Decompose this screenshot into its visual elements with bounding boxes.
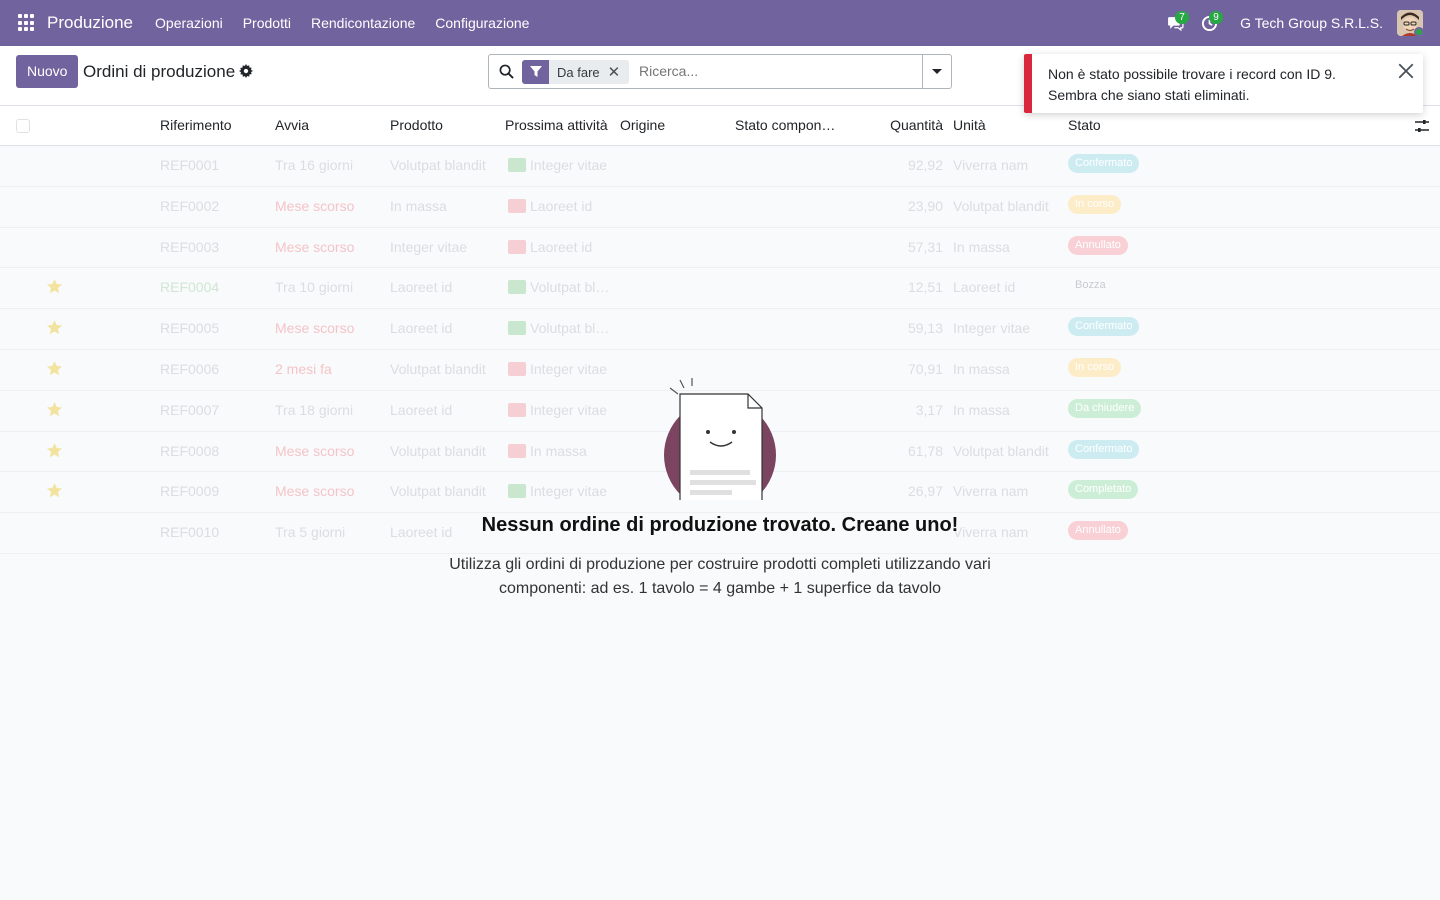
online-status-dot — [1414, 27, 1423, 36]
cell-start-date: Mese scorso — [275, 238, 355, 255]
optional-columns-icon[interactable] — [1414, 118, 1430, 134]
cell-activity: Volutpat bl… — [530, 279, 610, 296]
activity-icon[interactable] — [508, 280, 526, 295]
close-icon[interactable] — [1397, 62, 1415, 80]
company-switcher[interactable]: G Tech Group S.R.L.S. — [1240, 15, 1383, 31]
top-navbar: Produzione Operazioni Prodotti Rendicont… — [0, 0, 1440, 46]
cell-quantity: 12,51 — [907, 279, 943, 296]
cell-activity: Volutpat bl… — [530, 320, 610, 337]
cell-activity: Laoreet id — [530, 197, 593, 214]
search-input[interactable] — [639, 63, 909, 79]
status-badge: Confermato — [1068, 317, 1140, 337]
cell-unit: Volutpat blandit — [953, 197, 1049, 214]
priority-star-icon[interactable] — [46, 278, 63, 295]
search-options-toggle[interactable] — [922, 55, 951, 88]
cell-product: In massa — [390, 197, 447, 214]
activities-count-badge: 9 — [1209, 11, 1224, 24]
select-all-checkbox[interactable] — [16, 119, 30, 133]
messages-count-badge: 7 — [1175, 11, 1190, 24]
menu-item-prodotti[interactable]: Prodotti — [233, 15, 301, 31]
cell-quantity: 23,90 — [907, 197, 943, 214]
cell-unit: Viverra nam — [953, 157, 1029, 173]
status-badge: Bozza — [1075, 279, 1106, 292]
cell-product: Laoreet id — [390, 320, 453, 337]
cell-product: Volutpat blandit — [390, 157, 486, 173]
activity-icon[interactable] — [508, 198, 526, 213]
cell-unit: Laoreet id — [953, 279, 1016, 296]
column-stato-componenti[interactable]: Stato compon… — [735, 117, 835, 133]
cell-unit: In massa — [953, 238, 1010, 255]
cell-product: Laoreet id — [390, 279, 453, 296]
table-row[interactable]: REF0005 Mese scorso Laoreet id Volutpat bl…… — [0, 309, 1440, 350]
facet-label: Da fare — [557, 64, 600, 80]
search-bar[interactable]: Da fare ✕ — [488, 54, 952, 89]
status-badge: Annullato — [1068, 235, 1128, 255]
filter-icon — [522, 60, 549, 84]
helper-title: Nessun ordine di produzione trovato. Cre… — [481, 514, 959, 536]
column-prossima-attivita[interactable]: Prossima attività — [505, 117, 608, 133]
column-riferimento[interactable]: Riferimento — [160, 117, 232, 133]
cell-start-date: Tra 10 giorni — [275, 279, 354, 296]
cell-start-date: Mese scorso — [275, 197, 355, 214]
caret-down-icon — [932, 69, 942, 74]
empty-state-helper: Nessun ordine di produzione trovato. Cre… — [0, 360, 1440, 601]
table-row[interactable]: REF0004 Tra 10 giorni Laoreet id Volutpat b… — [0, 268, 1440, 310]
column-stato[interactable]: Stato — [1068, 117, 1101, 133]
activity-icon[interactable] — [508, 158, 526, 172]
menu-item-operazioni[interactable]: Operazioni — [145, 15, 233, 31]
remove-facet-icon[interactable]: ✕ — [608, 63, 630, 81]
cell-quantity: 92,92 — [907, 157, 943, 173]
status-badge: In corso — [1068, 194, 1122, 214]
search-icon — [499, 64, 514, 79]
activity-icon[interactable] — [508, 239, 526, 254]
cell-unit: Integer vitae — [953, 320, 1031, 337]
status-badge: Confermato — [1068, 154, 1140, 173]
cell-quantity: 57,31 — [907, 238, 943, 255]
page-title: Ordini di produzione — [83, 62, 236, 81]
cell-start-date: Mese scorso — [275, 320, 355, 337]
cell-quantity: 59,13 — [907, 320, 943, 337]
menu-item-rendicontazione[interactable]: Rendicontazione — [301, 15, 425, 31]
table-row[interactable]: REF0001 Tra 16 giorni Volutpat blandit Inte… — [0, 146, 1440, 187]
notification-message: Non è stato possibile trovare i record c… — [1048, 66, 1336, 103]
cell-activity: Laoreet id — [530, 238, 593, 255]
activities-button[interactable]: 9 — [1192, 0, 1226, 46]
cell-reference: REF0005 — [160, 320, 220, 337]
cell-activity: Integer vitae — [530, 157, 608, 173]
cell-start-date: Tra 16 giorni — [275, 157, 354, 173]
column-quantita[interactable]: Quantità — [863, 117, 943, 133]
column-origine[interactable]: Origine — [620, 117, 665, 133]
empty-document-illustration — [660, 360, 780, 511]
apps-menu-icon[interactable] — [18, 14, 36, 32]
column-unita[interactable]: Unità — [953, 117, 986, 133]
app-name[interactable]: Produzione — [47, 13, 133, 33]
error-notification: Non è stato possibile trovare i record c… — [1024, 54, 1423, 113]
cell-reference: REF0004 — [160, 279, 220, 296]
gear-icon[interactable] — [239, 64, 253, 78]
filter-facet: Da fare ✕ — [522, 60, 630, 84]
menu-item-configurazione[interactable]: Configurazione — [425, 15, 539, 31]
cell-product: Integer vitae — [390, 238, 468, 255]
table-row[interactable]: REF0002 Mese scorso In massa Laoreet id 23,9… — [0, 186, 1440, 228]
activity-icon[interactable] — [508, 321, 526, 336]
helper-text: Utilizza gli ordini di produzione per co… — [449, 556, 991, 597]
cell-reference: REF0001 — [160, 157, 220, 173]
table-row[interactable]: REF0003 Mese scorso Integer vitae Laoreet i… — [0, 227, 1440, 269]
cell-reference: REF0003 — [160, 238, 220, 255]
new-button[interactable]: Nuovo — [16, 55, 79, 88]
column-avvia[interactable]: Avvia — [275, 117, 309, 133]
user-avatar[interactable] — [1397, 10, 1423, 36]
column-prodotto[interactable]: Prodotto — [390, 117, 443, 133]
priority-star-icon[interactable] — [46, 319, 63, 336]
messages-button[interactable]: 7 — [1158, 0, 1192, 46]
cell-reference: REF0002 — [160, 197, 220, 214]
